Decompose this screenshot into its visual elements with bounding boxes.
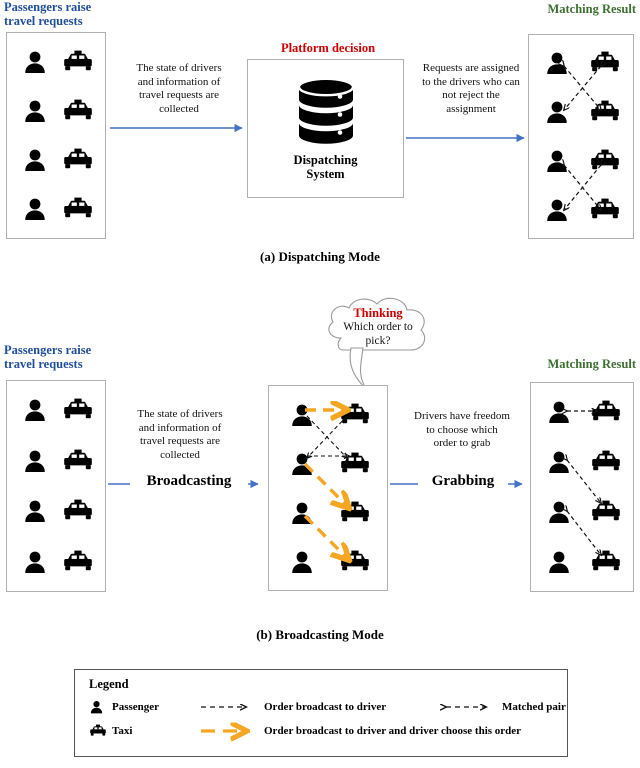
legend-row-passenger: Passenger Order broadcast to driver Matc… bbox=[89, 695, 567, 719]
database-icon bbox=[295, 77, 357, 149]
panel-b-grabbing-label: Grabbing bbox=[418, 473, 508, 490]
panel-b-broadcasting-label: Broadcasting bbox=[130, 473, 248, 490]
panel-b-caption: (b) Broadcasting Mode bbox=[256, 627, 384, 642]
panel-a-requests-grid bbox=[7, 33, 105, 238]
panel-a-arrow1-line4: collected bbox=[159, 102, 199, 115]
panel-b-broadcast-box bbox=[268, 385, 388, 591]
orange-dashed-arrow-icon bbox=[200, 724, 258, 738]
panel-a-dispatching-label: Dispatching System bbox=[294, 153, 358, 181]
legend-heading: Legend bbox=[89, 677, 129, 691]
panel-a-matched-pair-links bbox=[529, 35, 635, 240]
passenger-icon bbox=[22, 398, 48, 422]
panel-b-arrow2-line1: Drivers have freedom bbox=[414, 410, 510, 422]
panel-b-left-title-line1: Passengers raise bbox=[4, 343, 92, 357]
black-dashed-double-arrow-icon bbox=[440, 701, 498, 713]
passenger-icon bbox=[22, 449, 48, 473]
panel-b-broadcast-links bbox=[303, 386, 389, 592]
legend-label-matched-pair: Matched pair bbox=[502, 701, 566, 713]
panel-b-matching-box bbox=[530, 382, 634, 592]
panel-a-requests-box bbox=[6, 32, 106, 239]
legend-row-taxi: Taxi Order broadcast to driver and drive… bbox=[89, 719, 567, 743]
passenger-icon bbox=[89, 700, 107, 714]
taxi-icon bbox=[62, 148, 94, 172]
panel-b-left-title: Passengers raise travel requests bbox=[4, 343, 134, 371]
taxi-icon bbox=[62, 499, 94, 523]
taxi-icon bbox=[62, 449, 94, 473]
panel-b-requests-grid bbox=[7, 381, 105, 591]
panel-a-arrow1 bbox=[110, 122, 250, 134]
legend-label-order-chosen: Order broadcast to driver and driver cho… bbox=[264, 725, 522, 737]
panel-a-caption: (a) Dispatching Mode bbox=[260, 249, 380, 264]
panel-b-requests-box bbox=[6, 380, 106, 592]
panel-a-left-title-line2: travel requests bbox=[4, 14, 83, 28]
passenger-icon bbox=[22, 50, 48, 74]
panel-b-arrow1-text: The state of drivers and information of … bbox=[110, 408, 250, 462]
panel-a-arrow2-line1: Requests are assigned bbox=[422, 62, 520, 74]
panel-a-arrow2-line4: assignment bbox=[446, 102, 496, 115]
panel-a-arrow2-line2: to the drivers who can bbox=[422, 75, 520, 88]
panel-a-left-title-line1: Passengers raise bbox=[4, 0, 92, 14]
black-dashed-arrow-icon bbox=[200, 701, 258, 713]
passenger-icon bbox=[22, 148, 48, 172]
panel-a-arrow1-line1: The state of drivers bbox=[136, 62, 222, 74]
passenger-icon bbox=[22, 550, 48, 574]
panel-a-center-title: Platform decision bbox=[280, 41, 376, 55]
panel-b-arrow2-line3: order to grab bbox=[433, 437, 491, 449]
taxi-icon bbox=[62, 398, 94, 422]
panel-b-arrow1-line3: travel requests are bbox=[139, 435, 220, 447]
panel-b-arrow1-line1: The state of drivers bbox=[137, 408, 223, 420]
legend-label-passenger: Passenger bbox=[112, 701, 160, 713]
legend-box: Legend Passenger Order broadcast to driv… bbox=[74, 669, 568, 757]
panel-b-right-title: Matching Result bbox=[547, 357, 636, 371]
thinking-bubble-line2: pick? bbox=[365, 334, 391, 347]
taxi-icon bbox=[62, 50, 94, 74]
panel-a-dispatching-box: Dispatching System bbox=[247, 59, 404, 198]
panel-a-arrow2-text: Requests are assigned to the drivers who… bbox=[404, 62, 538, 116]
panel-b-arrow2-text: Drivers have freedom to choose which ord… bbox=[396, 410, 528, 451]
taxi-icon bbox=[62, 550, 94, 574]
panel-a-matching-box bbox=[528, 34, 634, 239]
panel-b-left-title-line2: travel requests bbox=[4, 357, 83, 371]
thinking-bubble-line1: Which order to bbox=[343, 321, 413, 333]
taxi-icon bbox=[89, 724, 107, 738]
panel-a-left-title: Passengers raise travel requests bbox=[4, 0, 134, 28]
panel-a-right-title: Matching Result bbox=[547, 2, 636, 16]
figure-root: Passengers raise travel requests The sta… bbox=[0, 0, 640, 768]
dispatching-label-line1: Dispatching bbox=[293, 152, 358, 167]
passenger-icon bbox=[22, 499, 48, 523]
panel-a-arrow1-line3: travel requests are bbox=[138, 89, 219, 101]
panel-b-arrow1-line2: and information of bbox=[138, 421, 222, 434]
dispatching-label-line2: System bbox=[306, 166, 345, 181]
legend-label-taxi: Taxi bbox=[112, 725, 133, 737]
thinking-bubble-text: Which order to pick? bbox=[318, 321, 438, 348]
panel-a-arrow1-line2: and information of bbox=[137, 75, 221, 88]
panel-a-arrow2 bbox=[406, 132, 532, 144]
panel-b-matched-pair-links bbox=[531, 383, 635, 593]
taxi-icon bbox=[62, 197, 94, 221]
passenger-icon bbox=[22, 197, 48, 221]
panel-b-arrow1-line4: collected bbox=[160, 448, 200, 461]
panel-a-arrow1-text: The state of drivers and information of … bbox=[112, 62, 246, 116]
thinking-bubble-title: Thinking bbox=[353, 306, 403, 320]
taxi-icon bbox=[62, 99, 94, 123]
panel-a-arrow2-line3: not reject the bbox=[442, 89, 500, 101]
passenger-icon bbox=[22, 99, 48, 123]
panel-b-arrow2-line2: to choose which bbox=[426, 423, 498, 436]
legend-label-order-broadcast: Order broadcast to driver bbox=[264, 701, 387, 713]
